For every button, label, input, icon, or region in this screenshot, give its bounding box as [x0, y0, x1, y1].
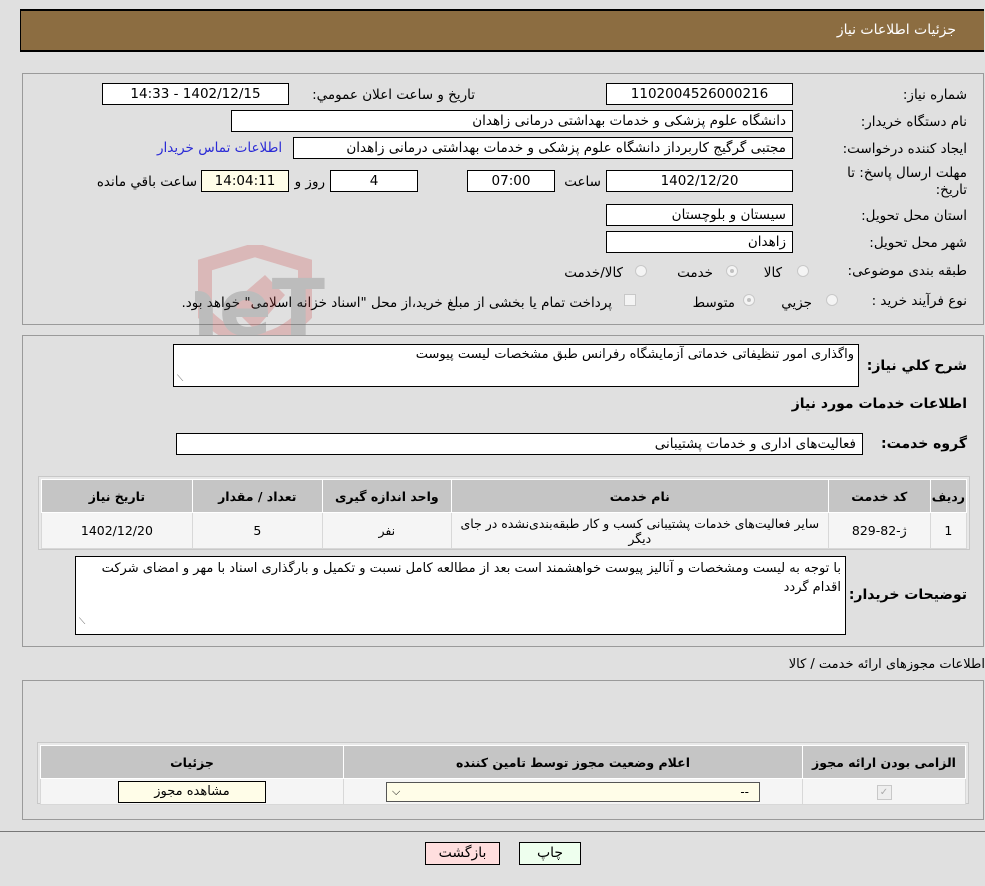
- city-field: زاهدان: [606, 231, 793, 253]
- city-label: شهر محل تحویل:: [869, 235, 967, 251]
- col-name: نام خدمت: [450, 479, 829, 513]
- time-label: ساعت: [564, 174, 601, 190]
- category-radio-goods[interactable]: [797, 265, 809, 277]
- status-select[interactable]: -- ⌵: [386, 781, 760, 802]
- services-table-header: ردیف کد خدمت نام خدمت واحد اندازه گیری ت…: [41, 479, 968, 513]
- process-option-medium: متوسط: [692, 295, 735, 311]
- deadline-label-1: مهلت ارسال پاسخ: تا: [847, 165, 967, 181]
- cell-unit: نفر: [321, 512, 452, 549]
- page-title: جزئیات اطلاعات نیاز: [836, 22, 956, 38]
- cell-code: ژ-82-829: [827, 512, 931, 549]
- table-row: ✓ -- ⌵ مشاهده مجوز: [40, 778, 966, 805]
- announce-field: 1402/12/15 - 14:33: [102, 83, 289, 105]
- chevron-down-icon: ⌵: [392, 784, 401, 798]
- services-table-wrapper: ردیف کد خدمت نام خدمت واحد اندازه گیری ت…: [38, 476, 970, 550]
- category-option-goods: کالا: [763, 265, 782, 281]
- services-heading: اطلاعات خدمات مورد نیاز: [791, 396, 967, 412]
- services-table: ردیف کد خدمت نام خدمت واحد اندازه گیری ت…: [41, 479, 968, 549]
- treasury-checkbox[interactable]: [624, 294, 636, 306]
- service-group-label: گروه خدمت:: [881, 436, 967, 452]
- col-required: الزامی بودن ارائه مجوز: [802, 745, 966, 779]
- col-code: کد خدمت: [827, 479, 931, 513]
- cell-name: سایر فعالیت‌های خدمات پشتیبانی کسب و کار…: [450, 512, 829, 549]
- category-radio-service[interactable]: [726, 265, 738, 277]
- summary-text: واگذاری امور تنظیفاتی خدماتی آزمایشگاه ر…: [415, 347, 854, 362]
- deadline-label-2: تاریخ:: [935, 182, 967, 198]
- need-number-label: شماره نیاز:: [902, 87, 967, 103]
- province-label: استان محل تحویل:: [861, 208, 967, 224]
- footer-divider: [0, 831, 985, 832]
- process-radio-minor[interactable]: [826, 294, 838, 306]
- requester-label: ایجاد کننده درخواست:: [842, 141, 967, 157]
- table-row: 1 ژ-82-829 سایر فعالیت‌های خدمات پشتیبان…: [41, 512, 968, 549]
- buyer-org-label: نام دستگاه خریدار:: [860, 114, 967, 130]
- treasury-note: پرداخت تمام یا بخشی از مبلغ خرید،از محل …: [181, 295, 612, 311]
- service-group-field: فعالیت‌های اداری و خدمات پشتیبانی: [176, 433, 863, 455]
- buyer-notes-label: توضیحات خریدار:: [848, 587, 967, 603]
- cell-row: 1: [929, 512, 968, 549]
- need-number-field: 1102004526000216: [606, 83, 793, 105]
- days-field: 4: [330, 170, 418, 192]
- category-option-service: خدمت: [677, 265, 713, 281]
- cell-required: ✓: [802, 778, 966, 805]
- permits-heading: اطلاعات مجوزهای ارائه خدمت / کالا: [788, 657, 985, 672]
- col-details: جزئیات: [40, 745, 344, 779]
- buyer-notes-text: با توجه به لیست ومشخصات و آنالیز پیوست خ…: [101, 561, 841, 595]
- cell-date: 1402/12/20: [41, 512, 193, 549]
- required-checkbox[interactable]: ✓: [876, 785, 892, 800]
- category-label: طبقه بندی موضوعی:: [847, 263, 967, 279]
- resize-grip-icon[interactable]: ⟋: [79, 613, 85, 632]
- cell-qty: 5: [191, 512, 323, 549]
- print-button[interactable]: چاپ: [519, 842, 581, 865]
- col-row: ردیف: [929, 479, 968, 513]
- deadline-time-field: 07:00: [467, 170, 555, 192]
- status-selected: --: [740, 784, 749, 799]
- requester-field: مجتبی گرگیج کاربرداز دانشگاه علوم پزشکی …: [293, 137, 793, 159]
- days-label: روز و: [294, 174, 325, 190]
- buyer-contact-link[interactable]: اطلاعات تماس خریدار: [157, 140, 282, 156]
- deadline-date-field: 1402/12/20: [606, 170, 793, 192]
- announce-label: تاریخ و ساعت اعلان عمومي:: [312, 87, 475, 103]
- category-option-goods-service: کالا/خدمت: [564, 265, 623, 281]
- col-qty: تعداد / مقدار: [191, 479, 323, 513]
- process-radio-medium[interactable]: [743, 294, 755, 306]
- col-unit: واحد اندازه گیری: [321, 479, 452, 513]
- remaining-time-field: 14:04:11: [201, 170, 289, 192]
- process-option-minor: جزيي: [781, 295, 812, 311]
- process-label: نوع فرآیند خرید :: [871, 293, 967, 309]
- col-status: اعلام وضعیت مجوز توسط تامین کننده: [343, 745, 803, 779]
- col-date: تاریخ نیاز: [41, 479, 193, 513]
- buyer-notes-textarea[interactable]: با توجه به لیست ومشخصات و آنالیز پیوست خ…: [75, 556, 846, 635]
- buyer-org-field: دانشگاه علوم پزشکی و خدمات بهداشتی درمان…: [231, 110, 793, 132]
- permits-table: الزامی بودن ارائه مجوز اعلام وضعیت مجوز …: [40, 745, 966, 805]
- cell-status: -- ⌵: [343, 778, 803, 805]
- back-button[interactable]: بازگشت: [425, 842, 500, 865]
- province-field: سیستان و بلوچستان: [606, 204, 793, 226]
- category-radio-goods-service[interactable]: [635, 265, 647, 277]
- resize-grip-icon[interactable]: ⟋: [177, 374, 183, 384]
- view-permit-button[interactable]: مشاهده مجوز: [118, 780, 266, 803]
- summary-label: شرح کلي نیاز:: [866, 358, 967, 374]
- cell-details: مشاهده مجوز: [40, 778, 344, 805]
- remaining-label: ساعت باقي مانده: [96, 174, 197, 190]
- summary-textarea[interactable]: واگذاری امور تنظیفاتی خدماتی آزمایشگاه ر…: [173, 344, 859, 387]
- permits-table-header: الزامی بودن ارائه مجوز اعلام وضعیت مجوز …: [40, 745, 966, 779]
- page-header: جزئیات اطلاعات نیاز: [20, 9, 984, 52]
- permits-table-wrapper: الزامی بودن ارائه مجوز اعلام وضعیت مجوز …: [37, 742, 969, 805]
